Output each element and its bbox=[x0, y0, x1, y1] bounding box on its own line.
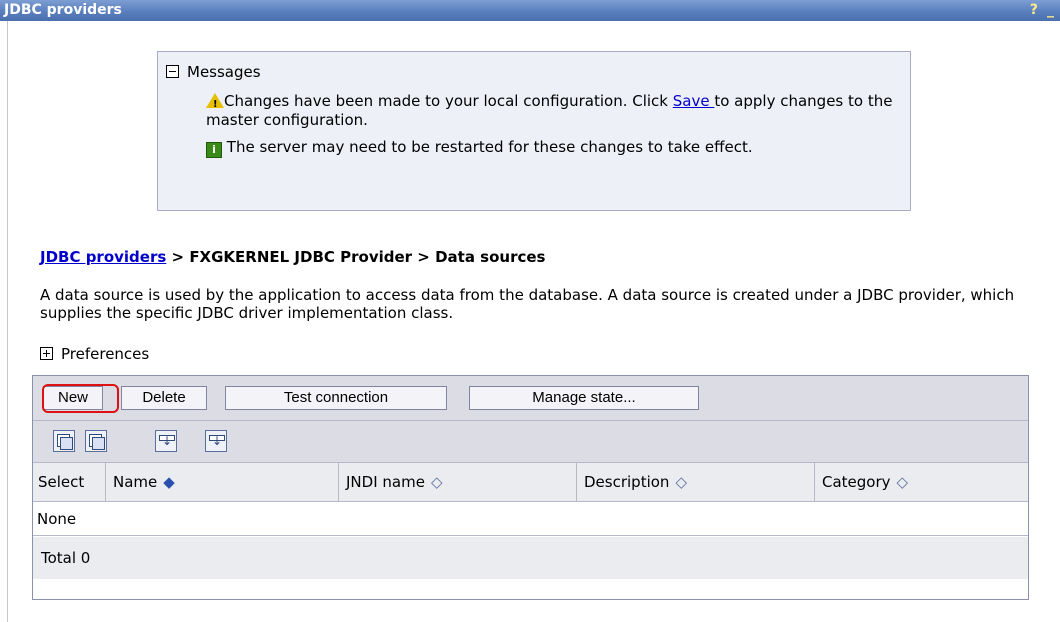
breadcrumb-separator: > bbox=[412, 248, 436, 266]
column-description[interactable]: Description ◇ bbox=[577, 463, 815, 501]
breadcrumb-provider: FXGKERNEL JDBC Provider bbox=[189, 248, 413, 266]
show-filter-icon[interactable] bbox=[155, 430, 177, 452]
messages-label: Messages bbox=[187, 62, 261, 81]
button-toolbar: New Delete Test connection Manage state.… bbox=[33, 376, 1028, 421]
breadcrumb: JDBC providers > FXGKERNEL JDBC Provider… bbox=[40, 248, 545, 266]
window-title-bar: JDBC providers ? _ bbox=[0, 0, 1060, 21]
expand-icon[interactable] bbox=[40, 347, 53, 360]
table-header: Select Name ◆ JNDI name ◇ Description ◇ Cat… bbox=[33, 463, 1028, 502]
collapse-icon[interactable] bbox=[166, 65, 179, 78]
clear-filter-icon[interactable] bbox=[205, 430, 227, 452]
delete-button[interactable]: Delete bbox=[121, 386, 207, 410]
warning-message: Changes have been made to your local con… bbox=[206, 92, 906, 130]
messages-box: Messages Changes have been made to your … bbox=[157, 51, 911, 211]
new-button[interactable]: New bbox=[43, 386, 103, 410]
deselect-all-icon[interactable] bbox=[85, 430, 107, 452]
sort-icon[interactable]: ◆ bbox=[163, 473, 175, 491]
help-icon[interactable]: ? bbox=[1030, 0, 1038, 21]
breadcrumb-link-jdbc-providers[interactable]: JDBC providers bbox=[40, 248, 166, 266]
messages-header[interactable]: Messages bbox=[166, 62, 261, 81]
minimize-icon[interactable]: _ bbox=[1047, 0, 1054, 21]
icon-toolbar bbox=[33, 421, 1028, 463]
column-category[interactable]: Category ◇ bbox=[815, 463, 1030, 501]
sort-icon[interactable]: ◇ bbox=[897, 473, 909, 491]
table-total-row: Total 0 bbox=[33, 537, 1028, 579]
breadcrumb-separator: > bbox=[166, 248, 190, 266]
data-sources-panel: New Delete Test connection Manage state.… bbox=[32, 375, 1029, 600]
window-title: JDBC providers bbox=[4, 2, 122, 18]
manage-state-button[interactable]: Manage state... bbox=[469, 386, 699, 410]
column-name[interactable]: Name ◆ bbox=[106, 463, 339, 501]
select-all-icon[interactable] bbox=[53, 430, 75, 452]
warning-icon bbox=[206, 93, 224, 114]
preferences-toggle[interactable]: Preferences bbox=[40, 344, 149, 363]
table-empty-row: None bbox=[33, 502, 1028, 536]
info-message: i The server may need to be restarted fo… bbox=[206, 138, 906, 158]
info-text: The server may need to be restarted for … bbox=[226, 138, 753, 156]
test-connection-button[interactable]: Test connection bbox=[225, 386, 447, 410]
left-divider bbox=[7, 21, 8, 622]
sort-icon[interactable]: ◇ bbox=[675, 473, 687, 491]
column-jndi-name[interactable]: JNDI name ◇ bbox=[339, 463, 577, 501]
warning-text: Changes have been made to your local con… bbox=[224, 92, 673, 110]
breadcrumb-current: Data sources bbox=[435, 248, 546, 266]
preferences-label: Preferences bbox=[61, 344, 150, 363]
page-description: A data source is used by the application… bbox=[40, 286, 1015, 322]
info-icon: i bbox=[206, 142, 222, 158]
sort-icon[interactable]: ◇ bbox=[431, 473, 443, 491]
column-select: Select bbox=[33, 463, 106, 501]
save-link[interactable]: Save bbox=[673, 92, 715, 110]
